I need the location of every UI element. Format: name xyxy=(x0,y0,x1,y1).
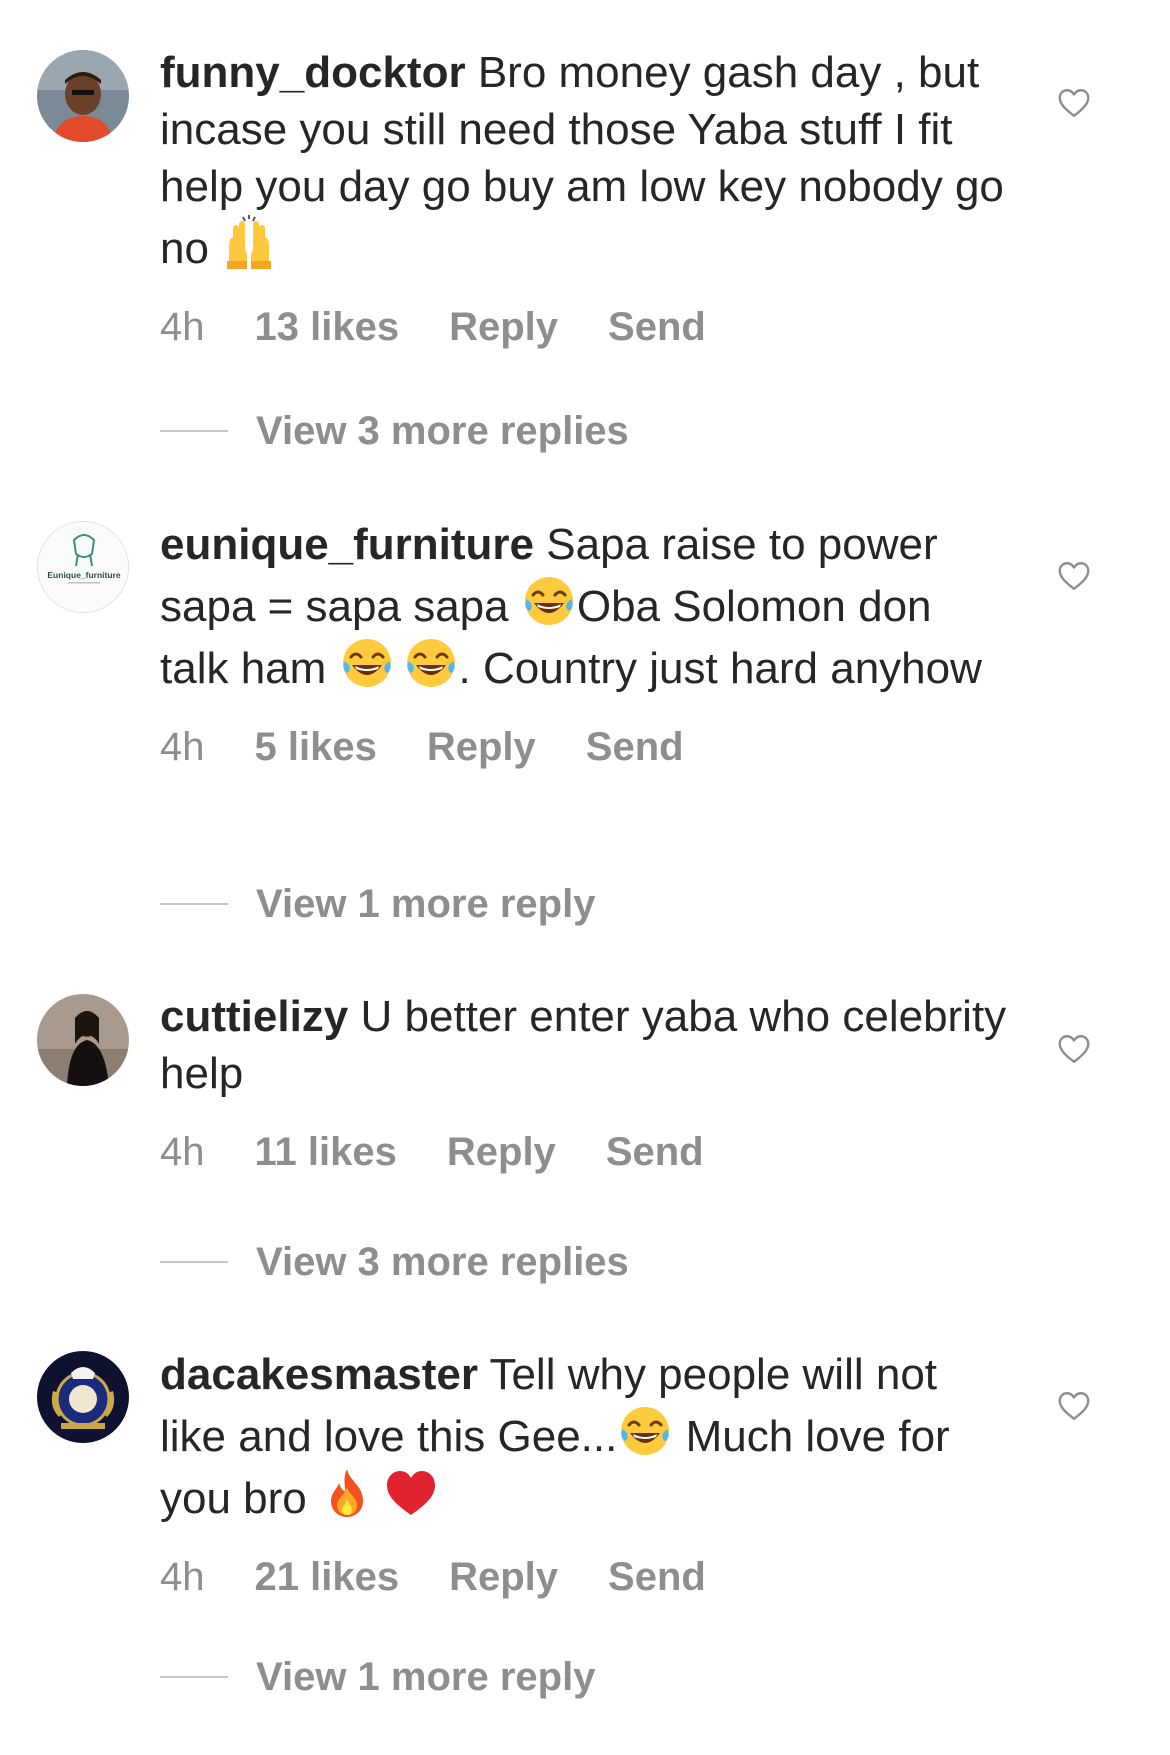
likes-count[interactable]: 21 likes xyxy=(255,1553,400,1601)
comment-meta: 4h 5 likes Reply Send xyxy=(160,723,1010,771)
heart-outline-icon[interactable] xyxy=(1056,1388,1092,1424)
comment-meta: 4h 21 likes Reply Send xyxy=(160,1553,1010,1601)
fire-emoji xyxy=(319,1465,375,1521)
red-heart-emoji xyxy=(383,1465,439,1521)
view-more-label: View 3 more replies xyxy=(256,409,629,453)
username[interactable]: cuttielizy xyxy=(160,992,348,1041)
likes-count[interactable]: 11 likes xyxy=(255,1128,397,1176)
view-more-label: View 1 more reply xyxy=(256,1655,596,1699)
user-photo-icon xyxy=(37,50,129,142)
heart-outline-icon[interactable] xyxy=(1056,558,1092,594)
view-more-replies[interactable]: View 3 more replies xyxy=(160,1238,629,1286)
heart-outline-icon[interactable] xyxy=(1056,85,1092,121)
bakery-logo-icon xyxy=(37,1351,129,1443)
face-with-tears-of-joy-emoji xyxy=(617,1403,673,1459)
send-button[interactable]: Send xyxy=(608,1553,706,1601)
avatar[interactable] xyxy=(37,994,129,1086)
comment-text: funny_docktor Bro money gash day , but i… xyxy=(160,44,1010,277)
reply-button[interactable]: Reply xyxy=(449,303,558,351)
username[interactable]: dacakesmaster xyxy=(160,1350,478,1399)
face-with-tears-of-joy-emoji xyxy=(339,635,395,691)
avatar-logo-text: Eunique_furniture xyxy=(47,570,120,580)
face-with-tears-of-joy-emoji xyxy=(403,635,459,691)
timestamp: 4h xyxy=(160,305,205,349)
reply-button[interactable]: Reply xyxy=(447,1128,556,1176)
avatar[interactable] xyxy=(37,50,129,142)
view-more-replies[interactable]: View 3 more replies xyxy=(160,407,629,455)
comment-body: funny_docktor Bro money gash day , but i… xyxy=(160,44,1010,351)
user-photo-icon xyxy=(37,994,129,1086)
username[interactable]: eunique_furniture xyxy=(160,520,534,569)
comment-text: eunique_furniture Sapa raise to power sa… xyxy=(160,516,1010,697)
send-button[interactable]: Send xyxy=(586,723,684,771)
divider-line xyxy=(160,1676,228,1679)
heart-outline-icon[interactable] xyxy=(1056,1031,1092,1067)
furniture-logo-icon: Eunique_furniture xyxy=(38,522,128,612)
divider-line xyxy=(160,903,228,906)
divider-line xyxy=(160,1261,228,1264)
avatar[interactable] xyxy=(37,1351,129,1443)
face-with-tears-of-joy-emoji xyxy=(521,573,577,629)
comment-meta: 4h 13 likes Reply Send xyxy=(160,303,1010,351)
timestamp: 4h xyxy=(160,1130,205,1174)
view-more-replies[interactable]: View 1 more reply xyxy=(160,1653,595,1701)
comment-body: eunique_furniture Sapa raise to power sa… xyxy=(160,516,1010,771)
likes-count[interactable]: 13 likes xyxy=(255,303,400,351)
comment-body: dacakesmaster Tell why people will not l… xyxy=(160,1346,1010,1601)
comment-text: cuttielizy U better enter yaba who celeb… xyxy=(160,988,1010,1102)
comment-text: dacakesmaster Tell why people will not l… xyxy=(160,1346,1010,1527)
timestamp: 4h xyxy=(160,725,205,769)
comment-content: . Country just hard anyhow xyxy=(458,644,982,693)
reply-button[interactable]: Reply xyxy=(427,723,536,771)
send-button[interactable]: Send xyxy=(606,1128,704,1176)
username[interactable]: funny_docktor xyxy=(160,48,466,97)
avatar[interactable]: Eunique_furniture xyxy=(37,521,129,613)
view-more-label: View 1 more reply xyxy=(256,882,596,926)
raising-hands-emoji xyxy=(221,215,277,271)
comment-meta: 4h 11 likes Reply Send xyxy=(160,1128,1010,1176)
view-more-replies[interactable]: View 1 more reply xyxy=(160,880,595,928)
comment-body: cuttielizy U better enter yaba who celeb… xyxy=(160,988,1010,1176)
divider-line xyxy=(160,430,228,433)
timestamp: 4h xyxy=(160,1555,205,1599)
send-button[interactable]: Send xyxy=(608,303,706,351)
reply-button[interactable]: Reply xyxy=(449,1553,558,1601)
likes-count[interactable]: 5 likes xyxy=(255,723,377,771)
view-more-label: View 3 more replies xyxy=(256,1240,629,1284)
